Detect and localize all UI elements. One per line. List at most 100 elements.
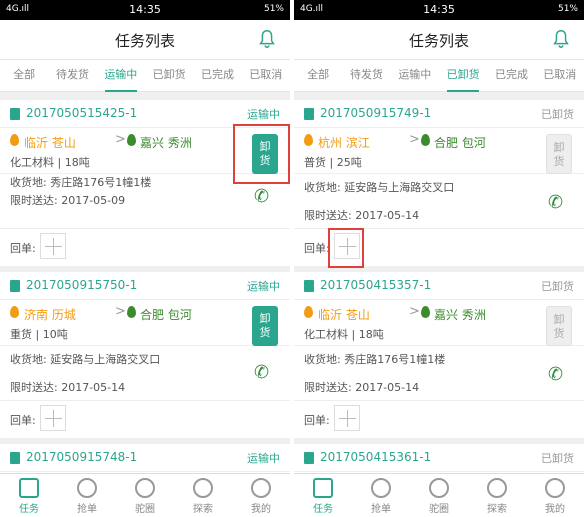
nav-label: 探索 [487, 504, 507, 515]
tab-pending[interactable]: 待发货 [48, 60, 96, 91]
tab-completed[interactable]: 已完成 [193, 60, 241, 91]
document-icon [10, 280, 20, 292]
nav-tasks[interactable]: 任务 [0, 474, 58, 517]
order-number: 2017050915748-1 [26, 450, 138, 464]
task-card[interactable]: 2017050415361-1 已卸货 [294, 444, 584, 473]
nav-explore[interactable]: 探索 [174, 474, 232, 517]
phone-call-icon[interactable]: ✆ [254, 186, 274, 207]
battery-text: 51% [557, 4, 578, 14]
card-header: 2017050915748-1 运输中 [0, 444, 290, 472]
tab-completed[interactable]: 已完成 [487, 60, 535, 91]
chevron-right-icon: > [409, 132, 420, 147]
destination-pin-icon [421, 306, 430, 318]
card-header: 2017050915750-1 运输中 [0, 272, 290, 300]
nav-label: 驼圈 [135, 504, 155, 515]
user-icon [545, 478, 565, 498]
address: 收货地: 延安路与上海路交叉口 [10, 353, 161, 366]
task-card[interactable]: 2017050915748-1 运输中 [0, 444, 290, 473]
camel-icon [135, 478, 155, 498]
user-icon [251, 478, 271, 498]
bottom-nav: 任务 抢单 驼圈 探索 我的 [0, 473, 290, 517]
nav-label: 我的 [545, 504, 565, 515]
tab-all[interactable]: 全部 [0, 60, 48, 91]
task-card[interactable]: 2017050415357-1 已卸货 临沂 苍山 > 嘉兴 秀洲 化工材料 |… [294, 272, 584, 438]
add-receipt-button[interactable] [40, 405, 66, 431]
bell-icon[interactable] [256, 28, 278, 50]
unload-button[interactable]: 卸货 [252, 306, 278, 346]
receipt-label: 回单: [304, 414, 330, 427]
status-badge: 已卸货 [541, 108, 574, 121]
paw-icon [487, 478, 507, 498]
status-badge: 已卸货 [541, 452, 574, 465]
clock: 14:35 [129, 3, 161, 16]
tab-cancelled[interactable]: 已取消 [242, 60, 290, 91]
origin: 杭州 滨江 [318, 136, 370, 150]
nav-grab[interactable]: 抢单 [352, 474, 410, 517]
origin: 临沂 苍山 [318, 308, 370, 322]
nav-mine[interactable]: 我的 [232, 474, 290, 517]
address: 收货地: 延安路与上海路交叉口 [304, 181, 455, 194]
nav-label: 任务 [19, 504, 39, 515]
add-receipt-button[interactable] [40, 233, 66, 259]
tab-all[interactable]: 全部 [294, 60, 342, 91]
card-header: 2017050415357-1 已卸货 [294, 272, 584, 300]
destination: 合肥 包河 [434, 136, 486, 150]
clock-icon [371, 478, 391, 498]
receipt-row: 回单: [0, 400, 290, 434]
phone-call-icon[interactable]: ✆ [548, 364, 568, 385]
tab-unloaded[interactable]: 已卸货 [145, 60, 193, 91]
cargo-info: 重货 | 10吨 [0, 326, 290, 346]
tab-in-transit[interactable]: 运输中 [97, 60, 145, 92]
order-number: 2017050515425-1 [26, 106, 138, 120]
origin-pin-icon [304, 134, 313, 146]
cargo-info: 普货 | 25吨 [294, 154, 584, 174]
card-header: 2017050415361-1 已卸货 [294, 444, 584, 472]
nav-explore[interactable]: 探索 [468, 474, 526, 517]
tab-cancelled[interactable]: 已取消 [536, 60, 584, 91]
nav-circle[interactable]: 驼圈 [410, 474, 468, 517]
document-icon [304, 108, 314, 120]
document-icon [10, 108, 20, 120]
receipt-row: 回单: [0, 228, 290, 262]
delivery-info: 收货地: 延安路与上海路交叉口 限时送达: 2017-05-14 [294, 174, 584, 230]
phone-call-icon[interactable]: ✆ [548, 192, 568, 213]
clock-icon [77, 478, 97, 498]
destination-pin-icon [127, 306, 136, 318]
bell-icon[interactable] [550, 28, 572, 50]
document-icon [304, 280, 314, 292]
status-badge: 运输中 [247, 280, 280, 293]
task-icon [313, 478, 333, 498]
nav-label: 抢单 [371, 504, 391, 515]
tab-in-transit[interactable]: 运输中 [391, 60, 439, 91]
nav-tasks[interactable]: 任务 [294, 474, 352, 517]
paw-icon [193, 478, 213, 498]
nav-label: 任务 [313, 504, 333, 515]
order-number: 2017050915750-1 [26, 278, 138, 292]
nav-circle[interactable]: 驼圈 [116, 474, 174, 517]
route: 济南 历城 > 合肥 包河 [0, 300, 290, 326]
route: 临沂 苍山 > 嘉兴 秀洲 [294, 300, 584, 326]
destination-pin-icon [421, 134, 430, 146]
cargo-info: 化工材料 | 18吨 [294, 326, 584, 346]
order-number: 2017050415357-1 [320, 278, 432, 292]
order-number: 2017050915749-1 [320, 106, 432, 120]
tab-pending[interactable]: 待发货 [342, 60, 390, 91]
unload-button: 卸货 [546, 306, 572, 346]
nav-grab[interactable]: 抢单 [58, 474, 116, 517]
document-icon [304, 452, 314, 464]
battery-text: 51% [263, 4, 284, 14]
tab-bar: 全部 待发货 运输中 已卸货 已完成 已取消 [294, 60, 584, 92]
phone-right: 4G.ıll 14:35 51% 任务列表 全部 待发货 运输中 已卸货 已完成… [294, 0, 584, 517]
tab-unloaded[interactable]: 已卸货 [439, 60, 487, 92]
task-card[interactable]: 2017050915750-1 运输中 济南 历城 > 合肥 包河 重货 | 1… [0, 272, 290, 438]
unload-button: 卸货 [546, 134, 572, 174]
delivery-info: 收货地: 秀庄路176号1幢1楼 限时送达: 2017-05-14 [294, 346, 584, 402]
phone-call-icon[interactable]: ✆ [254, 362, 274, 383]
receipt-label: 回单: [10, 414, 36, 427]
document-icon [10, 452, 20, 464]
status-badge: 运输中 [247, 108, 280, 121]
nav-mine[interactable]: 我的 [526, 474, 584, 517]
add-receipt-button[interactable] [334, 405, 360, 431]
deadline: 限时送达: 2017-05-14 [10, 381, 126, 394]
receipt-label: 回单: [304, 242, 330, 255]
